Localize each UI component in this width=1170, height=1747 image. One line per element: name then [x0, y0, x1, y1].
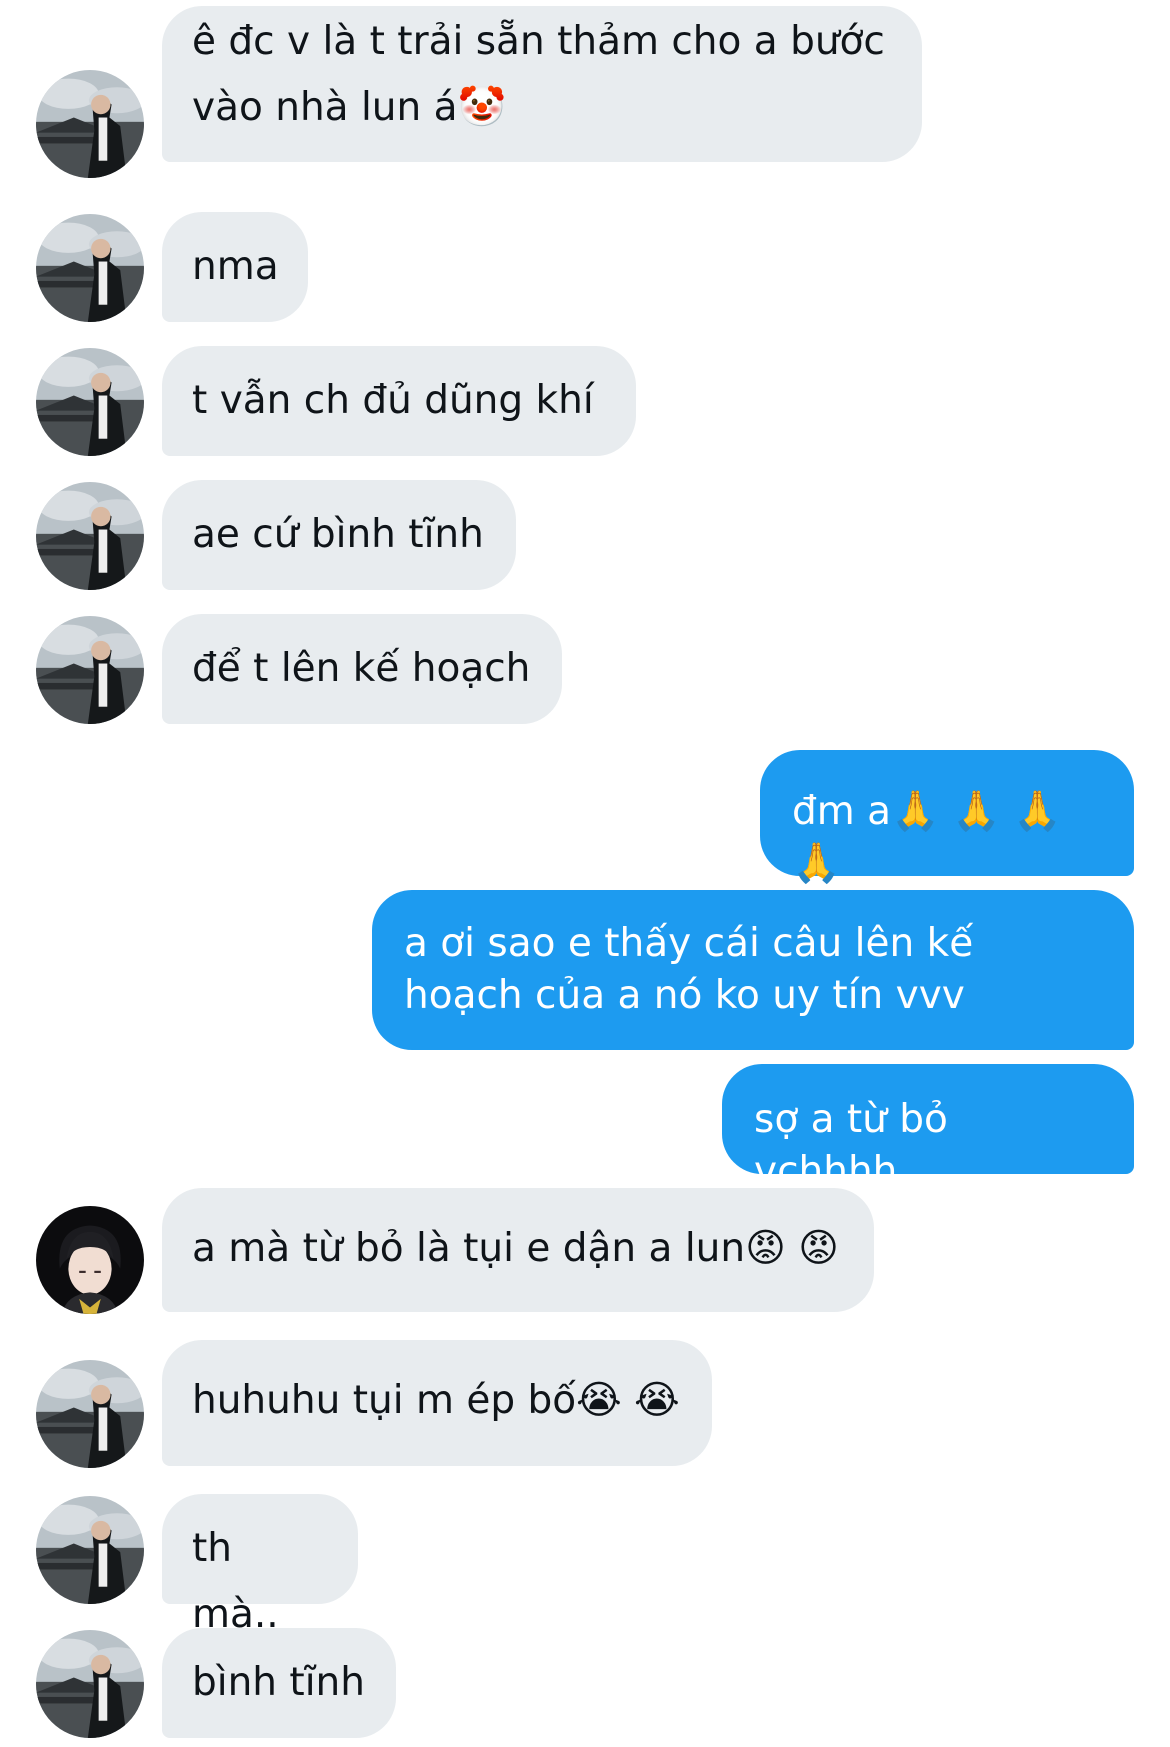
avatar-landscape-icon	[36, 616, 144, 724]
avatar[interactable]	[36, 1206, 144, 1314]
avatar-landscape-icon	[36, 482, 144, 590]
message-bubble[interactable]: để t lên kế hoạch	[162, 614, 562, 724]
avatar[interactable]	[36, 70, 144, 178]
avatar[interactable]	[36, 1360, 144, 1468]
message-bubble[interactable]: ê đc v là t trải sẵn thảm cho a bước vào…	[162, 6, 922, 162]
avatar[interactable]	[36, 214, 144, 322]
message-bubble[interactable]: ae cứ bình tĩnh	[162, 480, 516, 590]
message-bubble[interactable]: t vẫn ch đủ dũng khí	[162, 346, 636, 456]
message-bubble[interactable]: th mà..	[162, 1494, 358, 1637]
avatar-landscape-icon	[36, 348, 144, 456]
message-bubble[interactable]: huhuhu tụi m ép bố😭 😭	[162, 1340, 712, 1466]
avatar[interactable]	[36, 1630, 144, 1738]
avatar-landscape-icon	[36, 70, 144, 178]
message-bubble[interactable]: bình tĩnh	[162, 1628, 396, 1738]
message-bubble[interactable]: đm a🙏 🙏 🙏 🙏	[760, 750, 1134, 886]
avatar-landscape-icon	[36, 1360, 144, 1468]
avatar[interactable]	[36, 348, 144, 456]
avatar-dark-portrait-icon	[36, 1206, 144, 1314]
avatar[interactable]	[36, 1496, 144, 1604]
message-bubble[interactable]: sợ a từ bỏ vchhhh	[722, 1064, 1134, 1194]
message-bubble[interactable]: a mà từ bỏ là tụi e dận a lun😡 😡	[162, 1188, 874, 1312]
avatar-landscape-icon	[36, 1630, 144, 1738]
avatar-landscape-icon	[36, 1496, 144, 1604]
avatar[interactable]	[36, 482, 144, 590]
avatar-landscape-icon	[36, 214, 144, 322]
avatar[interactable]	[36, 616, 144, 724]
message-bubble[interactable]: a ơi sao e thấy cái câu lên kế hoạch của…	[372, 890, 1134, 1050]
message-bubble[interactable]: nma	[162, 212, 308, 322]
